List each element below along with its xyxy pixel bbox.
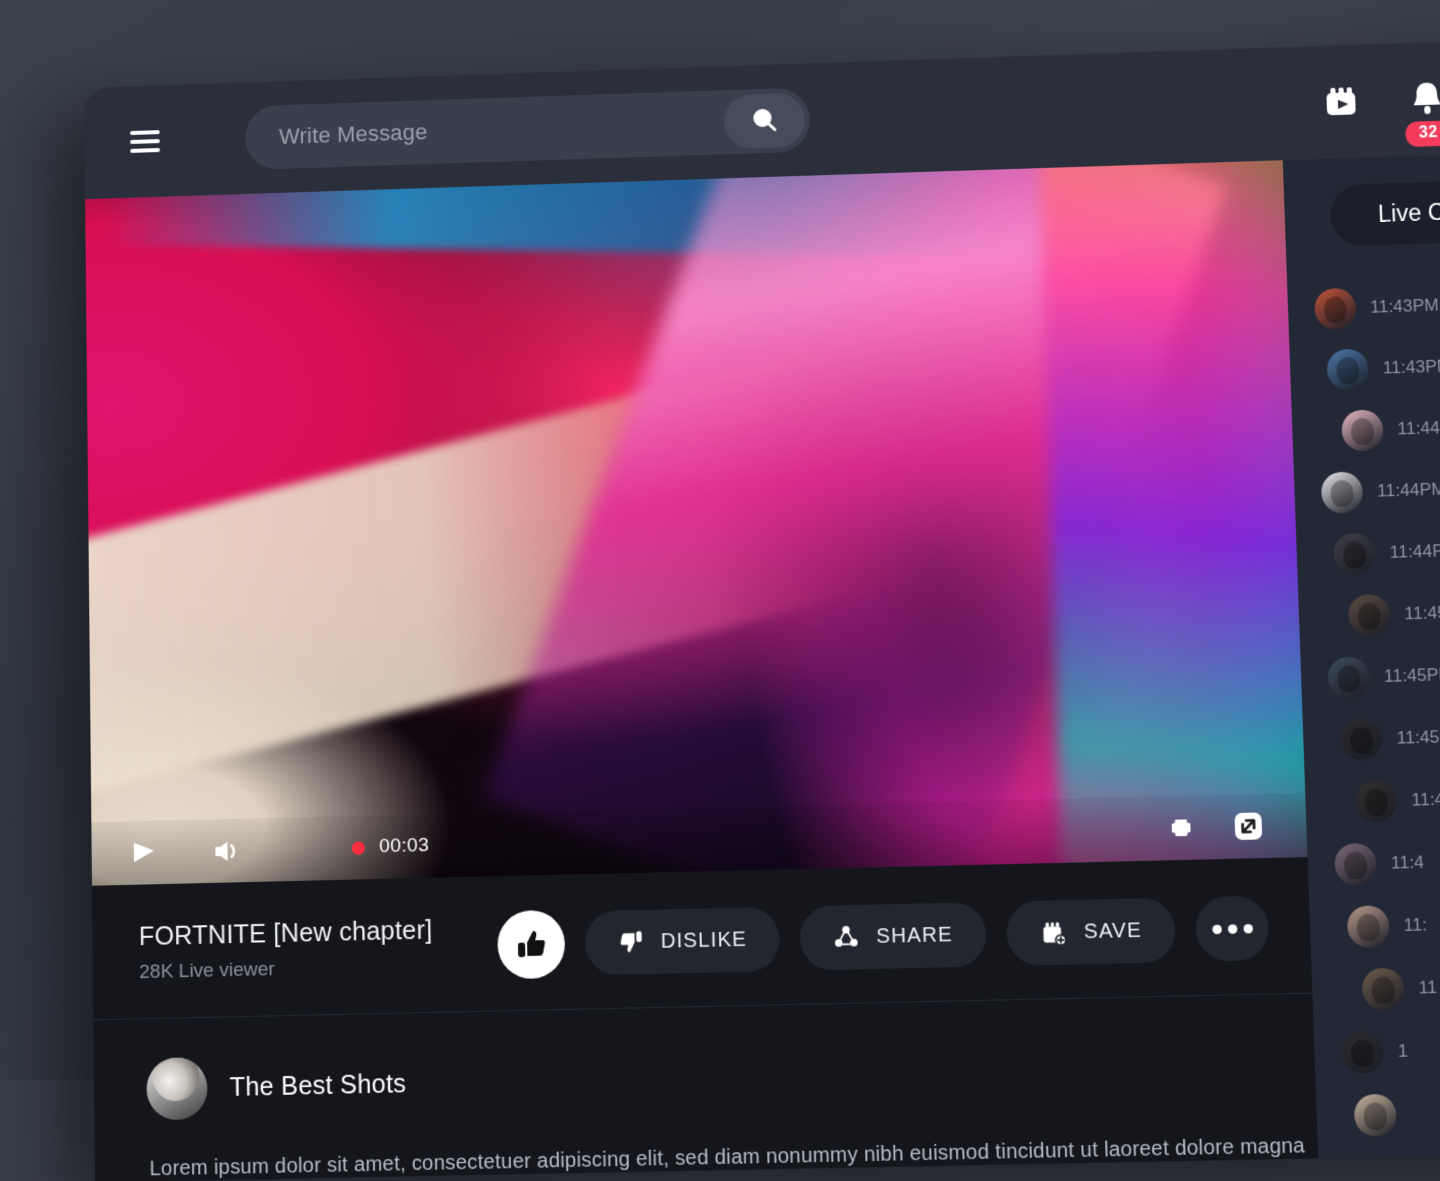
cast-screen-icon [1165, 812, 1197, 844]
channel-avatar [146, 1057, 207, 1120]
chat-message: 11:44PM [1333, 525, 1440, 575]
chat-timestamp: 11:4 [1391, 852, 1425, 874]
thumbs-down-icon [618, 929, 645, 956]
share-icon [833, 924, 860, 952]
chat-message: 11:4 [1334, 836, 1440, 885]
chat-message: 11:43PMKilll [1314, 279, 1440, 329]
chat-avatar[interactable] [1347, 905, 1390, 948]
chat-avatar[interactable] [1354, 1094, 1397, 1137]
chat-avatar[interactable] [1333, 533, 1376, 575]
volume-button[interactable] [210, 835, 241, 866]
artwork-edge-spectrum [1039, 160, 1308, 886]
chat-timestamp: 11:45PM [1384, 665, 1440, 687]
like-button[interactable] [497, 910, 566, 980]
video-player[interactable]: 00:03 [85, 160, 1307, 886]
notification-button[interactable]: 32 [1407, 78, 1440, 120]
chat-message: 11: [1347, 899, 1440, 948]
chat-message [1368, 1152, 1440, 1181]
app-window: Write Message [84, 36, 1440, 1181]
chat-timestamp: 11:43PM [1370, 295, 1439, 317]
chat-avatar[interactable] [1334, 843, 1377, 886]
chat-avatar[interactable] [1361, 968, 1404, 1011]
chat-message: 11:45PM [1327, 649, 1440, 699]
main-column: 00:03 [85, 160, 1318, 1181]
video-viewer-count: 28K Live viewer [139, 955, 433, 984]
volume-icon [210, 835, 241, 866]
play-icon [128, 837, 159, 868]
video-meta-row: FORTNITE [New chapter] 28K Live viewer [92, 857, 1312, 1020]
live-chat-header: Live Chat [1283, 149, 1440, 273]
chat-message: 11:44PMYo [1341, 402, 1440, 451]
fullscreen-button[interactable] [1231, 809, 1265, 843]
chat-avatar[interactable] [1368, 1157, 1411, 1181]
player-controls-left: 00:03 [128, 830, 430, 868]
video-feed-icon [1319, 80, 1364, 124]
chat-message: 11:45PM [1340, 711, 1440, 760]
cast-button[interactable] [1165, 812, 1197, 844]
chat-timestamp: 11:44PM [1377, 479, 1440, 501]
play-button[interactable] [128, 837, 159, 868]
chat-message: 11:45PM [1348, 587, 1440, 636]
chat-message: 11:44PMH [1321, 464, 1440, 514]
video-title: FORTNITE [New chapter] [139, 916, 433, 953]
chat-message [1354, 1088, 1440, 1136]
chat-avatar[interactable] [1341, 409, 1384, 451]
chat-timestamp: 1 [1398, 1041, 1409, 1062]
chat-avatar[interactable] [1341, 1031, 1384, 1074]
chat-avatar[interactable] [1355, 780, 1398, 823]
chat-message: 11 [1361, 962, 1440, 1010]
chat-avatar[interactable] [1327, 656, 1370, 698]
more-options-icon [1212, 923, 1253, 933]
more-options-button[interactable] [1195, 895, 1270, 961]
video-feed-button[interactable] [1319, 80, 1364, 124]
chat-timestamp: 11:46 [1411, 789, 1440, 811]
chat-avatar[interactable] [1340, 718, 1383, 760]
video-actions: DISLIKE SHARE [497, 893, 1270, 979]
chat-timestamp: 11 [1418, 977, 1437, 998]
share-label: SHARE [876, 923, 953, 949]
hamburger-menu-icon[interactable] [130, 130, 160, 153]
save-label: SAVE [1083, 919, 1142, 944]
chat-avatar[interactable] [1348, 594, 1391, 636]
video-meta-text: FORTNITE [New chapter] 28K Live viewer [139, 916, 434, 984]
search-button[interactable] [724, 93, 806, 150]
body-row: 00:03 [85, 149, 1440, 1181]
notification-badge: 32 [1405, 120, 1440, 147]
chat-timestamp: 11:45PM [1396, 726, 1440, 748]
thumbs-up-icon [513, 927, 548, 963]
chat-message: 11:43PMHi [1326, 341, 1440, 391]
chat-timestamp: 11:45PM [1404, 602, 1440, 624]
search-bar[interactable]: Write Message [245, 87, 811, 170]
elapsed-time: 00:03 [379, 835, 430, 859]
player-controls-right [1165, 809, 1265, 845]
chat-timestamp: 11:43PM [1382, 356, 1440, 378]
search-input-placeholder: Write Message [279, 119, 428, 150]
chat-timestamp: 11: [1403, 915, 1427, 936]
chat-avatar[interactable] [1314, 288, 1357, 330]
chat-message: 11:46 [1355, 774, 1440, 823]
live-chat-tab[interactable]: Live Chat [1329, 177, 1440, 247]
chat-avatar[interactable] [1326, 348, 1369, 390]
chat-avatar[interactable] [1321, 471, 1364, 513]
fullscreen-expand-icon [1231, 809, 1265, 843]
search-icon [747, 103, 782, 138]
dislike-button[interactable]: DISLIKE [584, 907, 780, 976]
perspective-stage: Write Message [0, 0, 1440, 1080]
chat-timestamp: 11:44PM [1389, 541, 1440, 563]
top-bar-icons: 32 [1319, 67, 1440, 127]
channel-name: The Best Shots [229, 1069, 406, 1103]
live-indicator: 00:03 [352, 835, 430, 859]
chat-message: 1 [1341, 1025, 1440, 1074]
dislike-label: DISLIKE [660, 928, 747, 954]
share-button[interactable]: SHARE [800, 902, 987, 971]
save-button[interactable]: SAVE [1005, 898, 1176, 966]
save-bookmark-icon [1039, 918, 1068, 947]
notification-bell-icon [1407, 78, 1440, 120]
chat-timestamp: 11:44PM [1397, 417, 1440, 439]
live-record-dot [352, 841, 365, 855]
